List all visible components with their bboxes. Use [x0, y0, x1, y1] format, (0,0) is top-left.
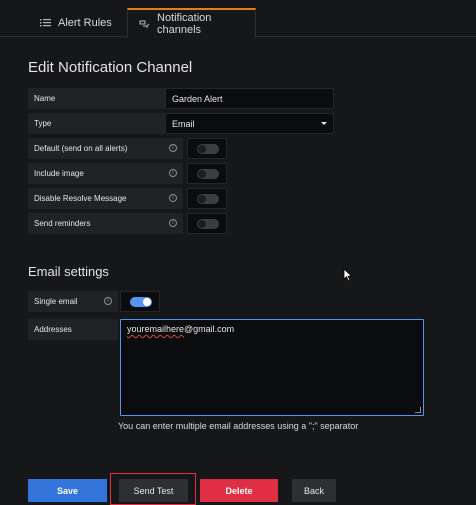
default-switch[interactable]	[197, 144, 219, 154]
disable-resolve-switch[interactable]	[197, 194, 219, 204]
tab-alert-rules[interactable]: Alert Rules	[40, 8, 112, 37]
save-button[interactable]: Save	[28, 479, 107, 502]
send-reminders-switch[interactable]	[197, 219, 219, 229]
tab-notification-channels-label: Notification channels	[157, 12, 212, 36]
list-icon	[40, 17, 51, 28]
chevron-down-icon	[321, 122, 327, 125]
addresses-label: Addresses	[28, 319, 118, 340]
mouse-cursor-icon	[343, 268, 353, 282]
name-input[interactable]: Garden Alert	[165, 88, 334, 109]
info-icon[interactable]: i	[169, 219, 177, 227]
type-select[interactable]: Email	[165, 113, 334, 134]
addresses-hint: You can enter multiple email addresses u…	[118, 421, 359, 431]
info-icon[interactable]: i	[169, 169, 177, 177]
tab-alert-rules-label: Alert Rules	[58, 16, 112, 29]
resize-handle[interactable]	[415, 407, 421, 413]
default-label: Default (send on all alerts) i	[28, 138, 183, 159]
info-icon[interactable]: i	[104, 297, 112, 305]
single-email-toggle[interactable]	[120, 291, 160, 312]
include-image-toggle[interactable]	[187, 163, 227, 184]
default-toggle[interactable]	[187, 138, 227, 159]
addresses-textarea[interactable]: youremailhere@gmail.com	[120, 319, 424, 416]
info-icon[interactable]: i	[169, 194, 177, 202]
send-reminders-toggle[interactable]	[187, 213, 227, 234]
info-icon[interactable]: i	[169, 144, 177, 152]
send-test-button[interactable]: Send Test	[119, 479, 188, 502]
include-image-switch[interactable]	[197, 169, 219, 179]
single-email-label: Single email i	[28, 291, 118, 312]
type-label: Type	[28, 113, 183, 134]
email-settings-title: Email settings	[28, 264, 109, 279]
tab-notification-channels[interactable]: Notification channels	[127, 8, 256, 38]
send-reminders-label: Send reminders i	[28, 213, 183, 234]
name-label: Name	[28, 88, 183, 109]
single-email-switch[interactable]	[130, 297, 152, 307]
tab-bar: Alert Rules Notification channels	[0, 0, 476, 38]
back-button[interactable]: Back	[292, 479, 336, 502]
addresses-rest: @gmail.com	[184, 324, 235, 334]
addresses-typo-part: youremailhere	[127, 324, 185, 334]
page-title: Edit Notification Channel	[28, 59, 193, 76]
channel-icon	[139, 19, 150, 30]
disable-resolve-toggle[interactable]	[187, 188, 227, 209]
delete-button[interactable]: Delete	[200, 479, 278, 502]
disable-resolve-label: Disable Resolve Message i	[28, 188, 183, 209]
include-image-label: Include image i	[28, 163, 183, 184]
